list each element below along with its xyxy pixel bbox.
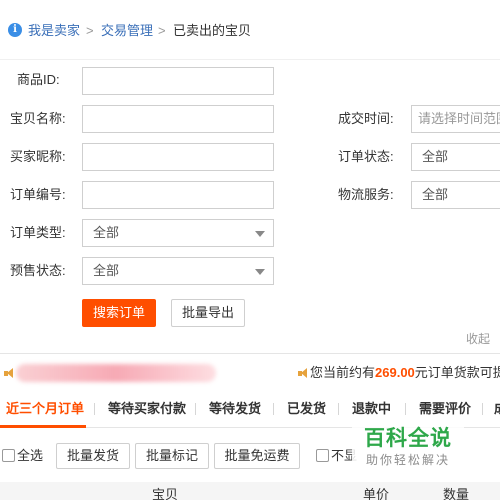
bulk-free-shipping-button[interactable]: 批量免运费	[214, 443, 300, 469]
info-icon: i	[8, 23, 22, 37]
tab-last-three-months[interactable]: 近三个月订单	[6, 400, 84, 418]
order-type-value: 全部	[93, 225, 120, 240]
search-orders-button[interactable]: 搜索订单	[82, 299, 156, 327]
column-price: 单价	[363, 487, 390, 500]
breadcrumb-separator: >	[86, 23, 94, 38]
active-tab-indicator	[0, 425, 86, 428]
buyer-nick-label: 买家昵称:	[10, 149, 66, 164]
watermark: 百科全说 助你轻松解决	[352, 420, 464, 476]
order-status-select[interactable]: 全部	[411, 143, 500, 171]
balance-notice: 您当前约有269.00元订单货款可提	[310, 364, 500, 382]
speaker-icon	[4, 368, 14, 379]
tab-separator	[94, 403, 95, 415]
breadcrumb-separator: >	[158, 23, 166, 38]
select-all-checkbox[interactable]	[2, 449, 15, 462]
watermark-subtitle: 助你轻松解决	[365, 453, 450, 467]
speaker-icon	[298, 368, 308, 379]
notice-prefix: 您当前约有	[310, 365, 376, 380]
breadcrumb-current: 已卖出的宝贝	[173, 23, 252, 38]
logistics-select[interactable]: 全部	[411, 181, 500, 209]
divider	[0, 353, 500, 354]
order-status-value: 全部	[422, 149, 449, 164]
deal-time-label: 成交时间:	[338, 111, 394, 126]
item-id-input[interactable]	[82, 67, 274, 95]
chevron-down-icon	[255, 231, 265, 237]
order-no-label: 订单编号:	[10, 187, 66, 202]
item-name-label: 宝贝名称:	[10, 111, 66, 126]
select-all-label: 全选	[17, 448, 44, 463]
bulk-mark-button[interactable]: 批量标记	[135, 443, 209, 469]
tab-separator	[338, 403, 339, 415]
blurred-notice	[16, 364, 216, 382]
breadcrumb-trade-management[interactable]: 交易管理	[101, 22, 153, 40]
tab-separator	[195, 403, 196, 415]
chevron-down-icon	[255, 269, 265, 275]
tab-awaiting-shipment[interactable]: 等待发货	[209, 400, 261, 418]
tab-awaiting-payment[interactable]: 等待买家付款	[108, 400, 186, 418]
column-quantity: 数量	[443, 487, 470, 500]
collapse-link[interactable]: 收起	[466, 330, 490, 347]
watermark-title: 百科全说	[364, 427, 452, 450]
breadcrumb: i 我是卖家 > 交易管理 > 已卖出的宝贝	[0, 0, 500, 60]
order-no-input[interactable]	[82, 181, 274, 209]
tab-separator	[405, 403, 406, 415]
presale-label: 预售状态:	[10, 263, 66, 278]
presale-value: 全部	[93, 263, 120, 278]
tab-separator	[273, 403, 274, 415]
deal-time-input[interactable]: 请选择时间范围	[411, 105, 500, 133]
tab-separator	[482, 403, 483, 415]
bulk-ship-button[interactable]: 批量发货	[56, 443, 130, 469]
bulk-export-button[interactable]: 批量导出	[171, 299, 245, 327]
notice-amount: 269.00	[375, 365, 415, 380]
presale-select[interactable]: 全部	[82, 257, 274, 285]
table-header	[0, 482, 500, 500]
order-status-label: 订单状态:	[338, 149, 394, 164]
tab-needs-review[interactable]: 需要评价	[419, 400, 471, 418]
column-item: 宝贝	[152, 487, 179, 500]
buyer-nick-input[interactable]	[82, 143, 274, 171]
notice-suffix: 元订单货款可提	[414, 365, 500, 380]
breadcrumb-seller[interactable]: 我是卖家	[28, 22, 80, 40]
tab-success[interactable]: 成	[494, 400, 500, 418]
item-id-label: 商品ID:	[17, 72, 60, 87]
order-type-label: 订单类型:	[10, 225, 66, 240]
logistics-value: 全部	[422, 187, 449, 202]
tab-refunding[interactable]: 退款中	[352, 400, 391, 418]
order-type-select[interactable]: 全部	[82, 219, 274, 247]
hide-option-checkbox[interactable]	[316, 449, 329, 462]
tab-shipped[interactable]: 已发货	[287, 400, 326, 418]
item-name-input[interactable]	[82, 105, 274, 133]
logistics-label: 物流服务:	[338, 187, 394, 202]
